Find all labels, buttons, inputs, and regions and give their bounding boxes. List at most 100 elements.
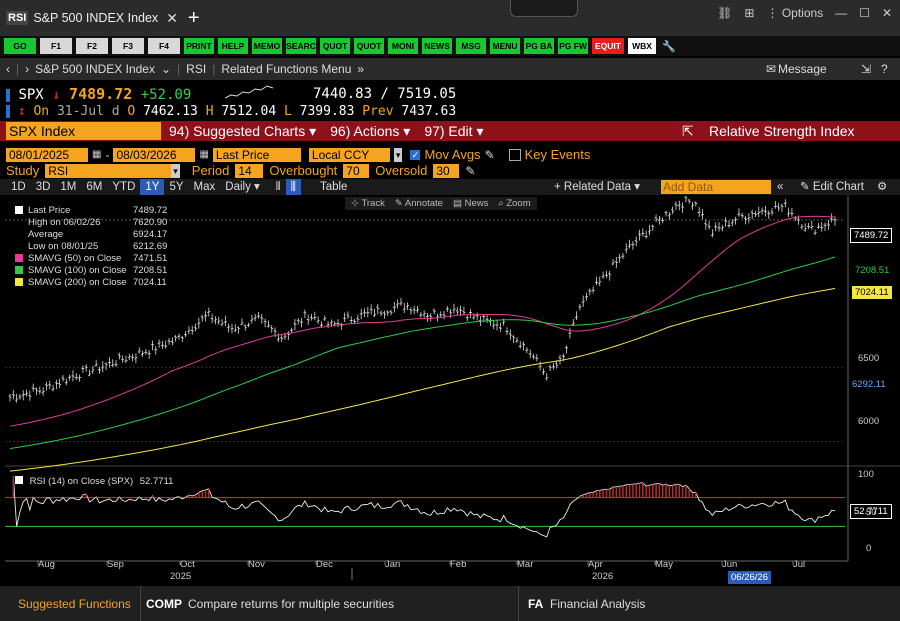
popout-icon[interactable]: ⇱ [682,123,694,140]
candles-icon[interactable]: ⫼ [285,179,301,195]
net-change: +52.09 [140,87,192,103]
range-max[interactable]: Max [189,179,221,195]
fkey-2[interactable]: F2 [76,38,108,54]
chart-tools: ⊹ Track ✎ Annotate ▤ News ⌕ Zoom [345,197,537,210]
legend-row: SMAVG (50) on Close 7471.51 [15,253,167,265]
maximize-icon[interactable]: ☐ [859,6,870,20]
minimize-icon[interactable]: — [835,6,847,20]
breadcrumb: ‹ | › S&P 500 INDEX Index ⌄ | RSI | Rela… [0,58,900,80]
range-1y[interactable]: 1Y [140,179,165,195]
edit-menu[interactable]: 97) Edit ▾ [424,123,483,140]
quote-date: 31-Jul d [56,104,120,119]
calendar-icon[interactable]: ▦ [199,149,208,160]
related-data-menu[interactable]: + Related Data ▾ [549,179,645,195]
news-button[interactable]: ▤ News [453,198,488,209]
zoom-button[interactable]: ⌕ Zoom [498,198,530,209]
grid-icon[interactable]: ⊞ [744,6,754,20]
key-events-label: Key Events [524,147,591,162]
currency-select[interactable]: Local CCY [308,147,390,162]
fkey-10[interactable]: QUOT [354,38,384,54]
fkey-8[interactable]: SEARC [286,38,316,54]
close-window-icon[interactable]: ✕ [882,6,892,20]
fkey-1[interactable]: F1 [40,38,72,54]
range-ytd[interactable]: YTD [107,179,140,195]
back-icon[interactable]: ‹ [6,62,10,76]
suggested-charts-menu[interactable]: 94) Suggested Charts ▾ [169,123,316,140]
message-button[interactable]: Message [778,62,827,76]
bid-ask: 7440.83 / 7519.05 [313,86,457,102]
wrench-icon[interactable]: 🔧 [662,40,676,53]
fkey-4[interactable]: F4 [148,38,180,54]
price-field-select[interactable]: Last Price [212,147,301,162]
link-icon[interactable]: ⛓ [717,6,732,20]
range-3d[interactable]: 3D [31,179,56,195]
fkey-7[interactable]: MEMO [252,38,282,54]
frequency-label: Daily [225,181,251,193]
close-tab-icon[interactable]: ✕ [166,10,178,27]
security-field[interactable]: SPX Index [6,122,161,140]
breadcrumb-function[interactable]: RSI [186,62,206,76]
chart-type-icon[interactable]: ⫴ [271,179,286,195]
export-icon[interactable]: ⇲ [861,62,871,76]
new-tab-icon[interactable]: + [188,7,200,30]
annotate-button[interactable]: ✎ Annotate [395,198,443,209]
fa-code[interactable]: FA [528,597,543,611]
last-price: 7489.72 [69,85,133,103]
actions-menu[interactable]: 96) Actions ▾ [330,123,410,140]
fkey-15[interactable]: PG BA [524,38,554,54]
track-button[interactable]: ⊹ Track [351,198,385,209]
pencil-icon[interactable]: ✎ [465,164,475,178]
ticker: SPX [18,87,44,103]
range-6m[interactable]: 6M [81,179,107,195]
month-label: Dec [316,559,333,570]
end-date-input[interactable]: 08/03/2026 [113,147,196,162]
fkey-12[interactable]: NEWS [422,38,452,54]
date-settings-row: 08/01/2025 ▦ - 08/03/2026 ▦ Last Price L… [6,147,590,162]
period-input[interactable]: 14 [235,163,264,178]
comp-description[interactable]: Compare returns for multiple securities [188,597,394,611]
fkey-14[interactable]: MENU [490,38,520,54]
message-icon[interactable]: ✉ [766,62,776,76]
fkey-11[interactable]: MONI [388,38,418,54]
oversold-input[interactable]: 30 [433,163,460,178]
month-label: Jul [793,559,806,570]
fkey-5[interactable]: PRINT [184,38,214,54]
window-drag-handle[interactable] [510,0,578,17]
breadcrumb-security[interactable]: S&P 500 INDEX Index [35,62,155,76]
gear-icon[interactable]: ⚙ [872,179,892,195]
chevron-down-icon[interactable]: ⌄ [161,62,171,76]
options-menu[interactable]: ⋮ Options [766,6,823,20]
collapse-icon[interactable]: « [772,179,788,195]
fkey-18[interactable]: WBX [628,38,656,54]
key-events-checkbox[interactable] [508,148,521,161]
fkey-3[interactable]: F3 [112,38,144,54]
fkey-16[interactable]: PG FW [558,38,588,54]
frequency-select[interactable]: Daily ▾ [220,179,265,195]
help-icon[interactable]: ? [881,62,888,76]
chevron-down-icon[interactable]: ▾ [393,147,403,162]
range-1m[interactable]: 1M [55,179,81,195]
overbought-input[interactable]: 70 [343,163,370,178]
double-chevron-icon[interactable]: » [357,62,364,76]
fa-description[interactable]: Financial Analysis [550,597,645,611]
range-1d[interactable]: 1D [6,179,31,195]
start-date-input[interactable]: 08/01/2025 [6,147,88,162]
table-button[interactable]: Table [315,179,353,195]
forward-icon[interactable]: › [25,62,29,76]
fkey-13[interactable]: MSG [456,38,486,54]
related-functions-menu[interactable]: Related Functions Menu [221,62,351,76]
calendar-icon[interactable]: ▦ [92,149,101,160]
comp-code[interactable]: COMP [146,597,182,611]
add-data-input[interactable]: Add Data [661,180,771,194]
study-select[interactable]: RSI [45,163,172,178]
fkey-9[interactable]: QUOT [320,38,350,54]
range-5y[interactable]: 5Y [164,179,188,195]
fkey-0[interactable]: GO [4,38,36,54]
edit-chart-button[interactable]: ✎ Edit Chart [795,179,869,195]
track-label: Track [361,198,385,209]
mov-avgs-checkbox[interactable]: ✓ [410,149,421,160]
fkey-6[interactable]: HELP [218,38,248,54]
fkey-17[interactable]: EQUIT [592,38,624,54]
pencil-icon[interactable]: ✎ [485,148,495,162]
chevron-down-icon[interactable]: ▾ [171,163,180,178]
